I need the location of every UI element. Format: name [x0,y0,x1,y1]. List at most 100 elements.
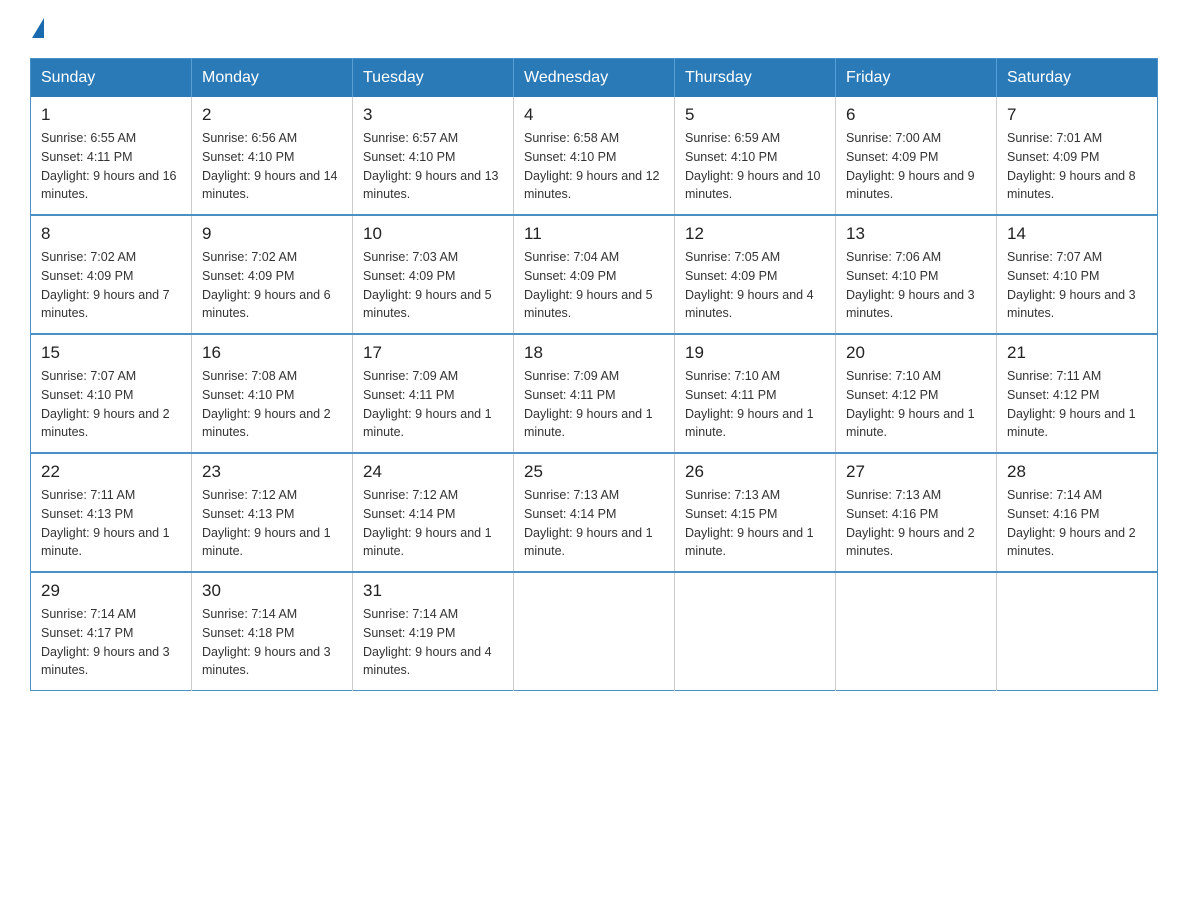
day-header-sunday: Sunday [31,59,192,98]
day-info: Sunrise: 7:10 AMSunset: 4:12 PMDaylight:… [846,367,986,442]
calendar-cell: 17 Sunrise: 7:09 AMSunset: 4:11 PMDayligh… [353,334,514,453]
calendar-cell: 29 Sunrise: 7:14 AMSunset: 4:17 PMDayligh… [31,572,192,691]
day-info: Sunrise: 7:02 AMSunset: 4:09 PMDaylight:… [41,248,181,323]
day-number: 21 [1007,343,1147,363]
calendar-cell: 13 Sunrise: 7:06 AMSunset: 4:10 PMDayligh… [836,215,997,334]
calendar-cell: 26 Sunrise: 7:13 AMSunset: 4:15 PMDayligh… [675,453,836,572]
day-info: Sunrise: 7:00 AMSunset: 4:09 PMDaylight:… [846,129,986,204]
calendar-cell: 22Sunrise: 7:11 AMSunset: 4:13 PMDayligh… [31,453,192,572]
day-info: Sunrise: 7:13 AMSunset: 4:14 PMDaylight:… [524,486,664,561]
calendar-cell: 19Sunrise: 7:10 AMSunset: 4:11 PMDayligh… [675,334,836,453]
page-header [30,20,1158,38]
day-number: 3 [363,105,503,125]
calendar-cell: 16 Sunrise: 7:08 AMSunset: 4:10 PMDayligh… [192,334,353,453]
calendar-cell [997,572,1158,691]
day-number: 4 [524,105,664,125]
day-info: Sunrise: 7:03 AMSunset: 4:09 PMDaylight:… [363,248,503,323]
day-header-tuesday: Tuesday [353,59,514,98]
calendar-cell: 3 Sunrise: 6:57 AMSunset: 4:10 PMDaylight… [353,97,514,215]
day-header-friday: Friday [836,59,997,98]
calendar-table: SundayMondayTuesdayWednesdayThursdayFrid… [30,58,1158,691]
calendar-cell: 11Sunrise: 7:04 AMSunset: 4:09 PMDayligh… [514,215,675,334]
day-number: 2 [202,105,342,125]
day-info: Sunrise: 7:13 AMSunset: 4:16 PMDaylight:… [846,486,986,561]
day-number: 18 [524,343,664,363]
logo-line1 [30,20,44,38]
day-header-monday: Monday [192,59,353,98]
day-number: 31 [363,581,503,601]
day-number: 8 [41,224,181,244]
calendar-cell: 12Sunrise: 7:05 AMSunset: 4:09 PMDayligh… [675,215,836,334]
day-info: Sunrise: 7:14 AMSunset: 4:19 PMDaylight:… [363,605,503,680]
day-info: Sunrise: 6:58 AMSunset: 4:10 PMDaylight:… [524,129,664,204]
day-info: Sunrise: 7:02 AMSunset: 4:09 PMDaylight:… [202,248,342,323]
day-info: Sunrise: 6:55 AMSunset: 4:11 PMDaylight:… [41,129,181,204]
day-number: 5 [685,105,825,125]
day-info: Sunrise: 7:13 AMSunset: 4:15 PMDaylight:… [685,486,825,561]
day-header-wednesday: Wednesday [514,59,675,98]
day-number: 23 [202,462,342,482]
day-number: 13 [846,224,986,244]
day-number: 6 [846,105,986,125]
day-number: 20 [846,343,986,363]
day-info: Sunrise: 7:01 AMSunset: 4:09 PMDaylight:… [1007,129,1147,204]
day-info: Sunrise: 6:57 AMSunset: 4:10 PMDaylight:… [363,129,503,204]
logo-triangle-icon [32,18,44,38]
calendar-cell: 28Sunrise: 7:14 AMSunset: 4:16 PMDayligh… [997,453,1158,572]
day-info: Sunrise: 6:59 AMSunset: 4:10 PMDaylight:… [685,129,825,204]
day-number: 14 [1007,224,1147,244]
day-info: Sunrise: 7:08 AMSunset: 4:10 PMDaylight:… [202,367,342,442]
day-number: 16 [202,343,342,363]
day-number: 26 [685,462,825,482]
day-info: Sunrise: 6:56 AMSunset: 4:10 PMDaylight:… [202,129,342,204]
calendar-cell: 15 Sunrise: 7:07 AMSunset: 4:10 PMDayligh… [31,334,192,453]
day-number: 11 [524,224,664,244]
calendar-cell: 2 Sunrise: 6:56 AMSunset: 4:10 PMDaylight… [192,97,353,215]
calendar-cell: 14Sunrise: 7:07 AMSunset: 4:10 PMDayligh… [997,215,1158,334]
day-number: 17 [363,343,503,363]
day-number: 10 [363,224,503,244]
calendar-cell: 9Sunrise: 7:02 AMSunset: 4:09 PMDaylight… [192,215,353,334]
calendar-cell: 8 Sunrise: 7:02 AMSunset: 4:09 PMDaylight… [31,215,192,334]
day-info: Sunrise: 7:11 AMSunset: 4:12 PMDaylight:… [1007,367,1147,442]
day-info: Sunrise: 7:06 AMSunset: 4:10 PMDaylight:… [846,248,986,323]
day-info: Sunrise: 7:12 AMSunset: 4:13 PMDaylight:… [202,486,342,561]
day-number: 30 [202,581,342,601]
calendar-week-row: 22Sunrise: 7:11 AMSunset: 4:13 PMDayligh… [31,453,1158,572]
calendar-cell: 7 Sunrise: 7:01 AMSunset: 4:09 PMDaylight… [997,97,1158,215]
day-info: Sunrise: 7:14 AMSunset: 4:17 PMDaylight:… [41,605,181,680]
calendar-cell: 6 Sunrise: 7:00 AMSunset: 4:09 PMDaylight… [836,97,997,215]
day-number: 19 [685,343,825,363]
day-number: 22 [41,462,181,482]
logo [30,20,44,38]
day-number: 7 [1007,105,1147,125]
calendar-cell: 5 Sunrise: 6:59 AMSunset: 4:10 PMDaylight… [675,97,836,215]
calendar-cell [675,572,836,691]
calendar-cell: 10 Sunrise: 7:03 AMSunset: 4:09 PMDayligh… [353,215,514,334]
calendar-cell: 1Sunrise: 6:55 AMSunset: 4:11 PMDaylight… [31,97,192,215]
day-header-thursday: Thursday [675,59,836,98]
day-info: Sunrise: 7:14 AMSunset: 4:16 PMDaylight:… [1007,486,1147,561]
calendar-cell: 4 Sunrise: 6:58 AMSunset: 4:10 PMDaylight… [514,97,675,215]
day-number: 25 [524,462,664,482]
day-info: Sunrise: 7:09 AMSunset: 4:11 PMDaylight:… [363,367,503,442]
calendar-cell: 30Sunrise: 7:14 AMSunset: 4:18 PMDayligh… [192,572,353,691]
calendar-cell: 18Sunrise: 7:09 AMSunset: 4:11 PMDayligh… [514,334,675,453]
calendar-week-row: 8 Sunrise: 7:02 AMSunset: 4:09 PMDaylight… [31,215,1158,334]
calendar-cell [514,572,675,691]
day-number: 29 [41,581,181,601]
calendar-cell: 23 Sunrise: 7:12 AMSunset: 4:13 PMDayligh… [192,453,353,572]
calendar-cell: 20 Sunrise: 7:10 AMSunset: 4:12 PMDayligh… [836,334,997,453]
day-number: 27 [846,462,986,482]
day-info: Sunrise: 7:12 AMSunset: 4:14 PMDaylight:… [363,486,503,561]
day-number: 24 [363,462,503,482]
calendar-cell [836,572,997,691]
day-info: Sunrise: 7:07 AMSunset: 4:10 PMDaylight:… [41,367,181,442]
day-number: 15 [41,343,181,363]
calendar-cell: 24 Sunrise: 7:12 AMSunset: 4:14 PMDayligh… [353,453,514,572]
calendar-cell: 25 Sunrise: 7:13 AMSunset: 4:14 PMDayligh… [514,453,675,572]
calendar-header-row: SundayMondayTuesdayWednesdayThursdayFrid… [31,59,1158,98]
calendar-week-row: 1Sunrise: 6:55 AMSunset: 4:11 PMDaylight… [31,97,1158,215]
calendar-week-row: 29 Sunrise: 7:14 AMSunset: 4:17 PMDayligh… [31,572,1158,691]
day-number: 12 [685,224,825,244]
